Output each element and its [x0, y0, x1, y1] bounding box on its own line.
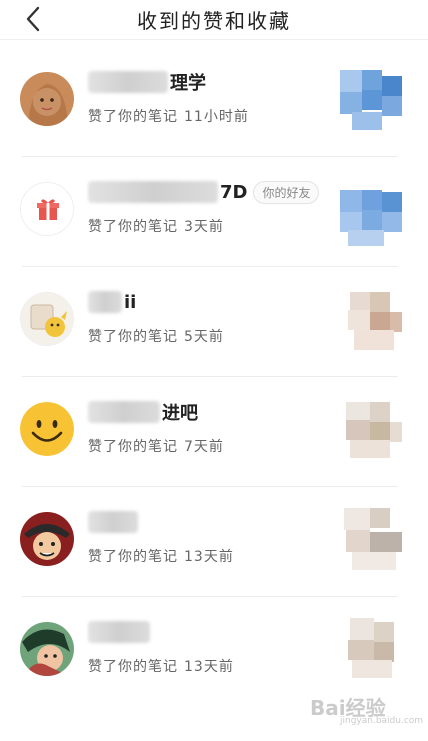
action-text: 赞了你的笔记	[88, 219, 178, 235]
list-item[interactable]: ii 赞了你的笔记 5天前	[0, 266, 428, 376]
portrait-avatar-icon	[20, 72, 74, 126]
top-bar: 收到的赞和收藏	[0, 0, 428, 40]
notification-list: 理学 赞了你的笔记 11小时前 7D 你的好友 赞了你的笔记 3天前 ii 赞了…	[0, 46, 428, 706]
note-thumbnail[interactable]	[340, 282, 402, 358]
note-thumbnail[interactable]	[340, 502, 402, 578]
note-thumbnail[interactable]	[340, 172, 402, 248]
avatar[interactable]	[20, 512, 74, 566]
notification-text: 赞了你的笔记 7天前	[88, 436, 224, 456]
watermark: Bai经验 jingyan.baidu.com	[306, 690, 423, 730]
blurred-name	[88, 71, 168, 93]
username[interactable]: ii	[88, 290, 136, 314]
timestamp: 5天前	[184, 329, 224, 345]
avatar[interactable]	[20, 402, 74, 456]
timestamp: 3天前	[184, 219, 224, 235]
avatar[interactable]	[20, 292, 74, 346]
username[interactable]: 7D 你的好友	[88, 180, 320, 204]
blurred-name	[88, 181, 218, 203]
watermark-subtext: jingyan.baidu.com	[340, 716, 424, 726]
blurred-name	[88, 621, 150, 643]
note-thumbnail[interactable]	[340, 392, 402, 468]
notification-text: 赞了你的笔记 11小时前	[88, 106, 249, 126]
anime-avatar-icon	[20, 622, 74, 676]
name-suffix: ii	[124, 291, 137, 313]
friend-badge: 你的好友	[253, 180, 320, 204]
username[interactable]: 理学	[88, 70, 206, 94]
cartoon-avatar-icon	[21, 293, 73, 345]
username[interactable]	[88, 620, 152, 644]
blurred-name	[88, 401, 160, 423]
blurred-name	[88, 291, 122, 313]
username[interactable]	[88, 510, 140, 534]
timestamp: 13天前	[184, 549, 234, 565]
timestamp: 11小时前	[184, 109, 249, 125]
avatar[interactable]	[20, 622, 74, 676]
timestamp: 13天前	[184, 659, 234, 675]
smiley-icon	[20, 402, 74, 456]
list-item[interactable]: 赞了你的笔记 13天前	[0, 486, 428, 596]
notification-text: 赞了你的笔记 13天前	[88, 656, 234, 676]
blurred-name	[88, 511, 138, 533]
username[interactable]: 进吧	[88, 400, 198, 424]
action-text: 赞了你的笔记	[88, 109, 178, 125]
page-title: 收到的赞和收藏	[137, 9, 291, 33]
gift-icon	[21, 183, 73, 235]
list-item[interactable]: 进吧 赞了你的笔记 7天前	[0, 376, 428, 486]
note-thumbnail[interactable]	[340, 612, 402, 688]
action-text: 赞了你的笔记	[88, 329, 178, 345]
avatar[interactable]	[20, 182, 74, 236]
note-thumbnail[interactable]	[340, 62, 402, 138]
name-suffix: 7D	[220, 181, 248, 203]
name-suffix: 理学	[170, 73, 206, 94]
avatar[interactable]	[20, 72, 74, 126]
timestamp: 7天前	[184, 439, 224, 455]
list-item[interactable]: 7D 你的好友 赞了你的笔记 3天前	[0, 156, 428, 266]
notification-text: 赞了你的笔记 13天前	[88, 546, 234, 566]
notification-text: 赞了你的笔记 3天前	[88, 216, 224, 236]
action-text: 赞了你的笔记	[88, 439, 178, 455]
notification-text: 赞了你的笔记 5天前	[88, 326, 224, 346]
action-text: 赞了你的笔记	[88, 549, 178, 565]
list-item[interactable]: 理学 赞了你的笔记 11小时前	[0, 46, 428, 156]
action-text: 赞了你的笔记	[88, 659, 178, 675]
name-suffix: 进吧	[162, 403, 198, 424]
anime-avatar-icon	[20, 512, 74, 566]
